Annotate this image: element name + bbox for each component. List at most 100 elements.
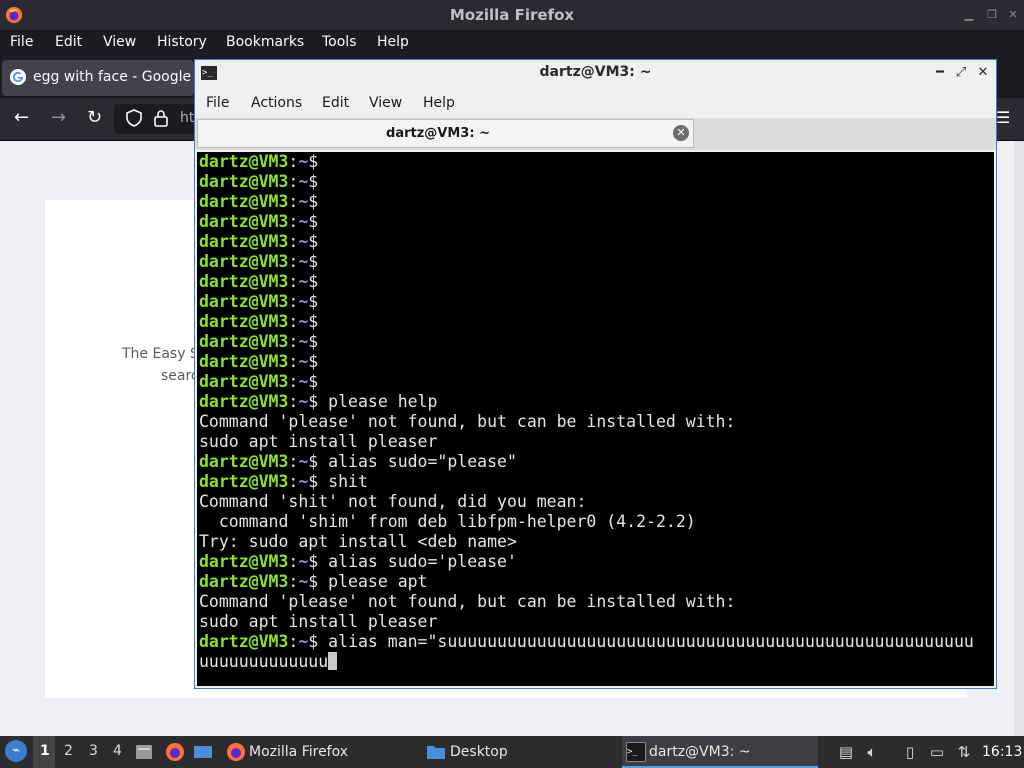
prompt-user: dartz@VM3 bbox=[199, 212, 289, 231]
maximize-icon[interactable]: ❐ bbox=[985, 8, 999, 22]
menu-tools[interactable]: Tools bbox=[322, 34, 357, 50]
prompt-user: dartz@VM3 bbox=[199, 572, 289, 591]
close-icon[interactable]: ✕ bbox=[975, 65, 991, 81]
menu-actions[interactable]: Actions bbox=[251, 95, 302, 111]
terminal-lines: dartz@VM3:~$ dartz@VM3:~$ dartz@VM3:~$ dart… bbox=[199, 152, 974, 672]
line-text: sudo apt install pleaser bbox=[199, 432, 438, 451]
clock: 16:13 bbox=[982, 744, 1023, 760]
terminal-output-line: uuuuuuuuuuuuu bbox=[199, 652, 974, 672]
prompt-separator: : bbox=[288, 312, 299, 331]
prompt-separator: : bbox=[288, 552, 299, 571]
browser-tab[interactable]: egg with face - Google S bbox=[2, 60, 204, 96]
close-icon[interactable]: ✕ bbox=[1006, 8, 1020, 22]
workspace-2[interactable]: 2 bbox=[64, 743, 73, 759]
prompt-path: ~ bbox=[298, 212, 309, 231]
prompt-symbol: $ bbox=[308, 292, 319, 311]
prompt-separator: : bbox=[288, 212, 299, 231]
taskbar-item-terminal[interactable]: >_ dartz@VM3: ~ bbox=[622, 736, 818, 768]
prompt-path: ~ bbox=[298, 392, 309, 411]
terminal-prompt-line: dartz@VM3:~$ bbox=[199, 272, 974, 292]
notes-icon[interactable]: ▯ bbox=[900, 742, 920, 762]
prompt-path: ~ bbox=[298, 632, 309, 651]
terminal-prompt-line: dartz@VM3:~$ bbox=[199, 372, 974, 392]
menu-help[interactable]: Help bbox=[377, 34, 409, 50]
show-desktop-icon[interactable] bbox=[193, 742, 213, 762]
terminal-window: >_ dartz@VM3: ~ ━ ⤢ ✕ File Actions Edit … bbox=[194, 59, 997, 689]
volume-icon[interactable]: 🔈︎ bbox=[862, 742, 882, 762]
menu-view[interactable]: View bbox=[369, 95, 402, 111]
firefox-window-title: Mozilla Firefox bbox=[449, 6, 575, 24]
menu-view[interactable]: View bbox=[103, 34, 136, 50]
menu-help[interactable]: Help bbox=[423, 95, 455, 111]
taskbar-item-label: Mozilla Firefox bbox=[249, 744, 349, 760]
terminal-prompt-line: dartz@VM3:~$ bbox=[199, 332, 974, 352]
menu-hamburger-icon[interactable]: ☰ bbox=[996, 108, 1010, 128]
taskbar-item-firefox[interactable]: Mozilla Firefox bbox=[222, 736, 418, 768]
terminal-prompt-line: dartz@VM3:~$ alias sudo="please" bbox=[199, 452, 974, 472]
prompt-user: dartz@VM3 bbox=[199, 292, 289, 311]
maximize-icon[interactable]: ⤢ bbox=[953, 65, 969, 81]
page-text: searc bbox=[161, 368, 199, 384]
prompt-symbol: $ bbox=[308, 392, 319, 411]
prompt-path: ~ bbox=[298, 372, 309, 391]
close-tab-icon[interactable]: ✕ bbox=[673, 125, 689, 141]
prompt-user: dartz@VM3 bbox=[199, 352, 289, 371]
line-text: alias man="suuuuuuuuuuuuuuuuuuuuuuuuuuuu… bbox=[318, 632, 974, 651]
menu-edit[interactable]: Edit bbox=[55, 34, 82, 50]
line-text: please help bbox=[318, 392, 438, 411]
prompt-separator: : bbox=[288, 452, 299, 471]
clipboard-icon[interactable]: ▤ bbox=[836, 742, 856, 762]
prompt-symbol: $ bbox=[308, 272, 319, 291]
prompt-symbol: $ bbox=[308, 212, 319, 231]
terminal-prompt-line: dartz@VM3:~$ please apt bbox=[199, 572, 974, 592]
file-manager-icon[interactable] bbox=[134, 742, 154, 762]
start-menu-icon[interactable]: ⌁ bbox=[5, 740, 27, 762]
prompt-separator: : bbox=[288, 572, 299, 591]
terminal-prompt-line: dartz@VM3:~$ alias sudo='please' bbox=[199, 552, 974, 572]
prompt-symbol: $ bbox=[308, 452, 319, 471]
terminal-tab[interactable]: dartz@VM3: ~ ✕ bbox=[197, 119, 694, 148]
terminal-prompt-line: dartz@VM3:~$ bbox=[199, 232, 974, 252]
minimize-icon[interactable]: ━ bbox=[932, 65, 948, 81]
prompt-path: ~ bbox=[298, 172, 309, 191]
prompt-path: ~ bbox=[298, 312, 309, 331]
menu-file[interactable]: File bbox=[10, 34, 33, 50]
prompt-path: ~ bbox=[298, 332, 309, 351]
taskbar-item-desktop[interactable]: Desktop bbox=[422, 736, 618, 768]
menu-bookmarks[interactable]: Bookmarks bbox=[226, 34, 304, 50]
line-text: please apt bbox=[318, 572, 428, 591]
prompt-path: ~ bbox=[298, 232, 309, 251]
firefox-titlebar: Mozilla Firefox ▁ ❐ ✕ bbox=[0, 0, 1024, 30]
prompt-path: ~ bbox=[298, 352, 309, 371]
back-icon[interactable]: ← bbox=[14, 108, 29, 128]
terminal-prompt-line: dartz@VM3:~$ bbox=[199, 172, 974, 192]
firefox-icon bbox=[227, 743, 245, 761]
terminal-titlebar[interactable]: >_ dartz@VM3: ~ ━ ⤢ ✕ bbox=[195, 60, 996, 88]
network-icon[interactable]: ⇅ bbox=[954, 742, 974, 762]
terminal-output[interactable]: dartz@VM3:~$ dartz@VM3:~$ dartz@VM3:~$ dart… bbox=[197, 152, 994, 686]
workspace-4[interactable]: 4 bbox=[113, 743, 122, 759]
terminal-icon: >_ bbox=[626, 742, 646, 762]
page-text: The Easy S bbox=[122, 346, 199, 362]
prompt-path: ~ bbox=[298, 272, 309, 291]
page-scrollbar[interactable] bbox=[1014, 141, 1024, 736]
url-bar[interactable]: ht bbox=[114, 104, 202, 134]
taskbar-item-label: dartz@VM3: ~ bbox=[649, 744, 751, 760]
screen-icon[interactable]: ▭ bbox=[927, 742, 947, 762]
prompt-separator: : bbox=[288, 152, 299, 171]
menu-edit[interactable]: Edit bbox=[322, 95, 349, 111]
prompt-separator: : bbox=[288, 172, 299, 191]
prompt-path: ~ bbox=[298, 452, 309, 471]
menu-history[interactable]: History bbox=[157, 34, 207, 50]
prompt-symbol: $ bbox=[308, 152, 319, 171]
reload-icon[interactable]: ↻ bbox=[87, 108, 102, 128]
workspace-3[interactable]: 3 bbox=[89, 743, 98, 759]
menu-file[interactable]: File bbox=[206, 95, 229, 111]
terminal-prompt-line: dartz@VM3:~$ alias man="suuuuuuuuuuuuuuu… bbox=[199, 632, 974, 652]
minimize-icon[interactable]: ▁ bbox=[962, 8, 976, 22]
taskbar-item-label: Desktop bbox=[450, 744, 508, 760]
prompt-separator: : bbox=[288, 292, 299, 311]
workspace-1[interactable]: 1 bbox=[40, 743, 50, 759]
forward-icon[interactable]: → bbox=[51, 108, 66, 128]
firefox-launcher-icon[interactable] bbox=[165, 742, 185, 762]
